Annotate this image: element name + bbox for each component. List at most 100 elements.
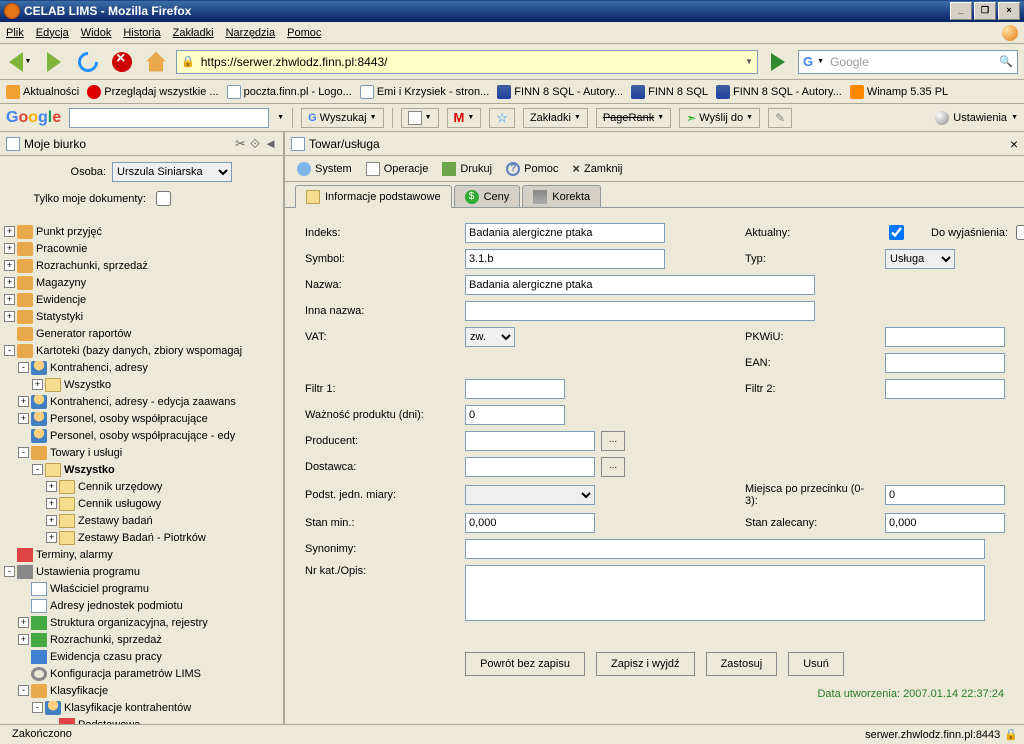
tree-item[interactable]: -Kartoteki (bazy danych, zbiory wspomaga… <box>2 342 283 359</box>
expand-icon[interactable]: + <box>4 226 15 237</box>
tree-item[interactable]: Personel, osoby współpracujące - edy <box>2 427 283 444</box>
indeks-input[interactable] <box>465 223 665 243</box>
bookmark-poczta[interactable]: poczta.finn.pl - Logo... <box>227 85 352 99</box>
tree-item[interactable]: Konfiguracja parametrów LIMS <box>2 665 283 682</box>
aktualny-checkbox[interactable] <box>889 225 904 240</box>
bookmark-aktualnosci[interactable]: Aktualności <box>6 85 79 99</box>
url-input[interactable] <box>199 54 741 70</box>
vat-select[interactable]: zw. <box>465 327 515 347</box>
toolbar-drukuj[interactable]: Drukuj <box>442 162 492 176</box>
collapse-icon[interactable]: - <box>18 447 29 458</box>
tree-item[interactable]: Terminy, alarmy <box>2 546 283 563</box>
menu-narzedzia[interactable]: Narzędzia <box>226 27 276 39</box>
search-icon[interactable]: 🔍 <box>999 55 1013 68</box>
expand-icon[interactable]: + <box>4 260 15 271</box>
url-bar[interactable]: 🔒 ▼ <box>176 50 758 74</box>
dowyjas-checkbox[interactable] <box>1016 225 1024 240</box>
tree-item[interactable]: Właściciel programu <box>2 580 283 597</box>
person-select[interactable]: Urszula Siniarska <box>112 162 232 182</box>
tree-item[interactable]: +Cennik usługowy <box>2 495 283 512</box>
delete-button[interactable]: Usuń <box>788 652 844 676</box>
google-news-button[interactable]: ▼ <box>401 108 439 128</box>
bookmark-winamp[interactable]: Winamp 5.35 PL <box>850 85 948 99</box>
collapse-icon[interactable]: - <box>4 566 15 577</box>
stanmin-input[interactable] <box>465 513 595 533</box>
return-button[interactable]: Powrót bez zapisu <box>465 652 585 676</box>
producent-input[interactable] <box>465 431 595 451</box>
google-bookmarks-button[interactable]: Zakładki▼ <box>523 108 588 128</box>
apply-button[interactable]: Zastosuj <box>706 652 778 676</box>
pjm-select[interactable] <box>465 485 595 505</box>
expand-icon[interactable]: + <box>4 294 15 305</box>
tree-item[interactable]: +Struktura organizacyjna, rejestry <box>2 614 283 631</box>
sidebar-collapse-icon[interactable]: ◄ <box>264 136 277 152</box>
close-button[interactable]: × <box>998 2 1020 20</box>
restore-button[interactable]: ❐ <box>974 2 996 20</box>
bookmark-emi[interactable]: Emi i Krzysiek - stron... <box>360 85 489 99</box>
nazwa-input[interactable] <box>465 275 815 295</box>
go-button[interactable] <box>764 48 792 76</box>
toolbar-system[interactable]: System <box>297 162 352 176</box>
expand-icon[interactable]: + <box>18 617 29 628</box>
tree-item[interactable]: +Rozrachunki, sprzedaż <box>2 631 283 648</box>
filtr1-input[interactable] <box>465 379 565 399</box>
tree-item[interactable]: +Zestawy Badań - Piotrków <box>2 529 283 546</box>
tree-item[interactable]: +Pracownie <box>2 240 283 257</box>
bookmark-finn2[interactable]: FINN 8 SQL <box>631 85 708 99</box>
expand-icon[interactable]: + <box>32 379 43 390</box>
tree-item[interactable]: +Ewidencje <box>2 291 283 308</box>
tree-item[interactable]: -Kontrahenci, adresy <box>2 359 283 376</box>
save-exit-button[interactable]: Zapisz i wyjdź <box>596 652 694 676</box>
tab-info[interactable]: Informacje podstawowe <box>295 185 452 208</box>
expand-icon[interactable]: + <box>46 481 57 492</box>
pkwiu-input[interactable] <box>885 327 1005 347</box>
toolbar-operacje[interactable]: Operacje <box>366 162 429 176</box>
stop-button[interactable] <box>108 48 136 76</box>
typ-select[interactable]: Usługa <box>885 249 955 269</box>
back-button[interactable]: ▼ <box>6 48 34 76</box>
sidebar-tool-1[interactable]: ✂ <box>235 136 246 152</box>
tree-item[interactable]: +Rozrachunki, sprzedaż <box>2 257 283 274</box>
bookmark-przegladaj[interactable]: Przeglądaj wszystkie ... <box>87 85 218 99</box>
tree-item[interactable]: +Cennik urzędowy <box>2 478 283 495</box>
waznosc-input[interactable] <box>465 405 565 425</box>
nrkat-textarea[interactable] <box>465 565 985 621</box>
tree-item[interactable]: +Punkt przyjęć <box>2 223 283 240</box>
url-dropdown-icon[interactable]: ▼ <box>745 57 753 66</box>
star-button[interactable]: ☆ <box>489 108 515 128</box>
tree-item[interactable]: -Ustawienia programu <box>2 563 283 580</box>
tree-item[interactable]: +Statystyki <box>2 308 283 325</box>
tree-item[interactable]: +Wszystko <box>2 376 283 393</box>
google-settings-button[interactable]: Ustawienia▼ <box>935 111 1018 125</box>
menu-plik[interactable]: Plik <box>6 27 24 39</box>
filtr2-input[interactable] <box>885 379 1005 399</box>
sidebar-tool-2[interactable]: ⟐ <box>250 136 260 152</box>
ean-input[interactable] <box>885 353 1005 373</box>
innanazwa-input[interactable] <box>465 301 815 321</box>
expand-icon[interactable]: + <box>4 243 15 254</box>
collapse-icon[interactable]: - <box>4 345 15 356</box>
expand-icon[interactable]: + <box>18 634 29 645</box>
expand-icon[interactable]: + <box>46 515 57 526</box>
mydocs-checkbox[interactable] <box>156 191 171 206</box>
tree-item[interactable]: Generator raportów <box>2 325 283 342</box>
minimize-button[interactable]: _ <box>950 2 972 20</box>
content-close-button[interactable]: × <box>1010 136 1018 152</box>
menu-pomoc[interactable]: Pomoc <box>287 27 321 39</box>
google-search-input[interactable] <box>69 108 269 128</box>
menu-widok[interactable]: Widok <box>81 27 112 39</box>
tree-item[interactable]: -Klasyfikacje kontrahentów <box>2 699 283 716</box>
search-bar[interactable]: G▼ 🔍 <box>798 50 1018 74</box>
tab-korekta[interactable]: Korekta <box>522 185 601 208</box>
tab-ceny[interactable]: $Ceny <box>454 185 521 208</box>
collapse-icon[interactable]: - <box>18 685 29 696</box>
producent-browse-button[interactable]: ... <box>601 431 625 451</box>
menu-edycja[interactable]: Edycja <box>36 27 69 39</box>
tree-item[interactable]: -Wszystko <box>2 461 283 478</box>
expand-icon[interactable]: + <box>18 413 29 424</box>
expand-icon[interactable]: + <box>4 311 15 322</box>
tree-item[interactable]: +Magazyny <box>2 274 283 291</box>
collapse-icon[interactable]: - <box>18 362 29 373</box>
tree-item[interactable]: +Kontrahenci, adresy - edycja zaawans <box>2 393 283 410</box>
dostawca-input[interactable] <box>465 457 595 477</box>
